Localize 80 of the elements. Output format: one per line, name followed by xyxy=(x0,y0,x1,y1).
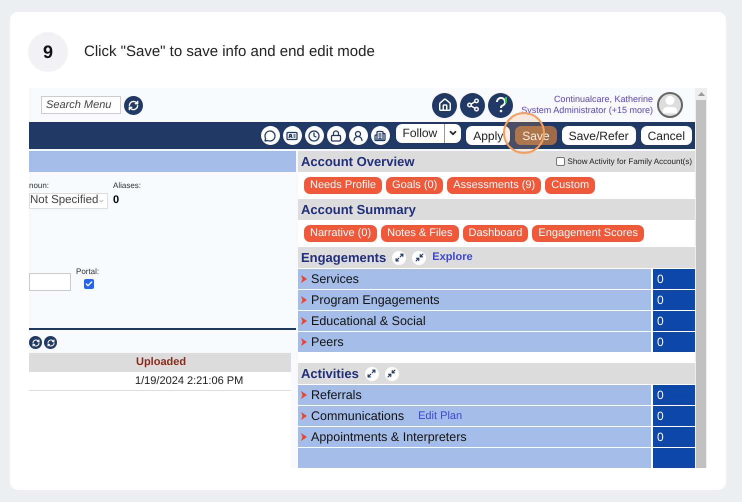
step-instruction: Click "Save" to save info and end edit mode xyxy=(84,42,375,62)
avatar-icon[interactable] xyxy=(657,92,683,118)
chat-icon[interactable] xyxy=(260,126,280,146)
tag-button[interactable]: Custom xyxy=(545,177,596,194)
help-icon[interactable] xyxy=(488,92,514,118)
section-title: Account Summary xyxy=(301,200,416,219)
field-label: Portal: xyxy=(76,266,100,278)
section-title: Account Overview xyxy=(301,152,414,171)
expand-icon[interactable] xyxy=(364,366,379,380)
section-title: Activities xyxy=(301,364,359,383)
list-row[interactable]: Appointments & Interpreters xyxy=(298,427,651,447)
share-icon[interactable] xyxy=(460,92,486,118)
chevron-icon xyxy=(301,296,307,304)
row-label: Services xyxy=(311,270,359,288)
clock-icon[interactable] xyxy=(304,126,324,146)
field-label: Aliases: xyxy=(113,180,142,192)
row-label: Communications xyxy=(311,408,404,425)
list-row[interactable]: Peers xyxy=(298,332,651,352)
checkbox-label: Show Activity for Family Account(s) xyxy=(568,156,692,168)
home-icon[interactable] xyxy=(432,92,458,118)
step-number: 9 xyxy=(28,32,68,72)
lock-icon[interactable] xyxy=(326,126,346,146)
list-row[interactable]: Services xyxy=(298,269,651,289)
tag-button[interactable]: Dashboard xyxy=(462,225,528,242)
tag-button[interactable]: Notes & Files xyxy=(381,225,459,242)
table-cell-text: 1/19/2024 2:21:06 PM xyxy=(135,374,244,389)
section-title: Engagements xyxy=(301,248,386,267)
row-label: Peers xyxy=(311,334,344,351)
count-cell: 0 xyxy=(653,290,695,310)
column-header[interactable]: Uploaded xyxy=(136,353,186,372)
collapse-icon[interactable] xyxy=(412,250,426,264)
list-row[interactable]: Communications Edit Plan xyxy=(298,406,651,426)
expand-icon[interactable] xyxy=(392,250,406,264)
building-icon[interactable] xyxy=(370,126,390,146)
collapse-icon[interactable] xyxy=(384,366,399,380)
list-row[interactable]: Referrals xyxy=(298,385,651,405)
row-label: Educational & Social xyxy=(311,312,426,330)
user-name[interactable]: Continualcare, Katherine xyxy=(554,94,653,106)
refresh-icon[interactable] xyxy=(29,336,42,349)
count-cell: 0 xyxy=(653,406,695,426)
id-card-icon[interactable] xyxy=(282,126,302,146)
field-label: noun: xyxy=(29,180,50,192)
count-cell: 0 xyxy=(653,269,695,289)
list-row[interactable]: Educational & Social xyxy=(298,311,651,331)
chevron-icon xyxy=(301,275,307,283)
chevron-icon xyxy=(301,338,307,346)
count-cell: 0 xyxy=(653,385,695,405)
toolbar-button[interactable]: Apply xyxy=(466,126,510,146)
count-cell xyxy=(653,448,695,468)
row-label: Program Engagements xyxy=(311,292,440,309)
count-cell: 0 xyxy=(653,332,695,352)
pronoun-select[interactable]: Not Specified xyxy=(29,193,108,209)
chevron-icon xyxy=(301,433,307,441)
toolbar-button[interactable]: Save xyxy=(515,126,557,146)
tag-button[interactable]: Goals (0) xyxy=(386,177,444,194)
portal-checkbox[interactable] xyxy=(84,279,94,289)
count-cell: 0 xyxy=(653,427,695,447)
tag-button[interactable]: Narrative (0) xyxy=(304,225,378,242)
row-label: Referrals xyxy=(311,386,362,404)
tag-button[interactable]: Assessments (9) xyxy=(447,177,542,194)
search-field[interactable]: Search Menu xyxy=(41,96,121,114)
tag-button[interactable]: Engagement Scores xyxy=(532,225,644,242)
chevron-icon xyxy=(301,412,307,420)
aliases-value: 0 xyxy=(113,193,120,208)
count-cell: 0 xyxy=(653,311,695,331)
refresh-icon[interactable] xyxy=(124,96,143,115)
follow-button[interactable]: Follow xyxy=(396,124,462,143)
chevron-icon xyxy=(301,317,307,325)
toolbar-button[interactable]: Save/Refer xyxy=(562,126,636,146)
family-checkbox[interactable] xyxy=(556,157,565,166)
tag-button[interactable]: Needs Profile xyxy=(304,177,382,194)
user-icon[interactable] xyxy=(348,126,368,146)
toolbar-button[interactable]: Cancel xyxy=(640,126,692,146)
refresh-icon[interactable] xyxy=(44,336,57,349)
chevron-icon xyxy=(301,391,307,399)
row-label: Appointments & Interpreters xyxy=(311,428,467,446)
input-field[interactable] xyxy=(29,273,71,291)
edit-plan-link[interactable]: Edit Plan xyxy=(418,408,462,424)
explore-link[interactable]: Explore xyxy=(432,249,473,266)
list-row[interactable]: Program Engagements xyxy=(298,290,651,310)
